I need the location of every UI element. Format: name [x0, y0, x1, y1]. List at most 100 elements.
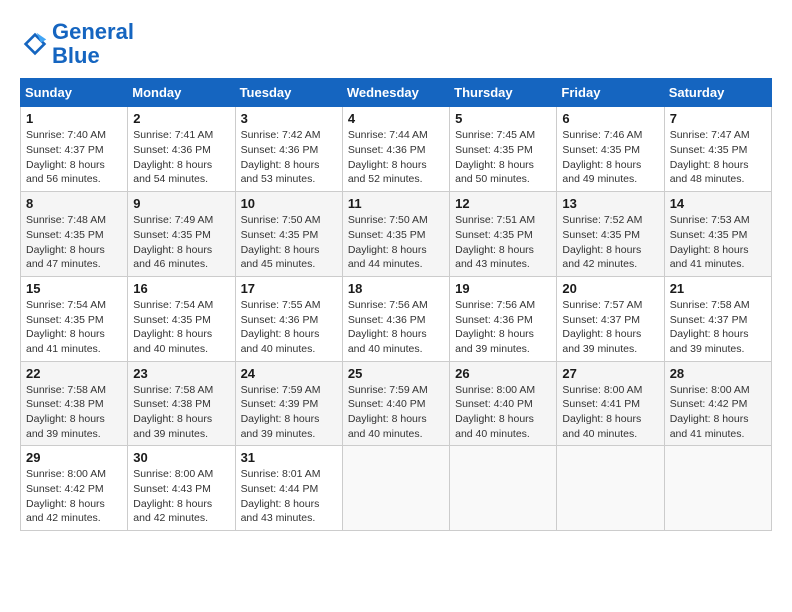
weekday-header-row: Sunday Monday Tuesday Wednesday Thursday… — [21, 79, 772, 107]
day-number: 4 — [348, 111, 444, 126]
sunset-label: Sunset: 4:37 PM — [670, 314, 748, 326]
sunset-label: Sunset: 4:35 PM — [455, 229, 533, 241]
week-row-5: 29 Sunrise: 8:00 AM Sunset: 4:42 PM Dayl… — [21, 446, 772, 531]
sunrise-label: Sunrise: 7:42 AM — [241, 129, 321, 141]
day-info: Sunrise: 7:54 AM Sunset: 4:35 PM Dayligh… — [133, 298, 229, 357]
daylight-label: Daylight: 8 hours and 50 minutes. — [455, 159, 534, 186]
daylight-label: Daylight: 8 hours and 42 minutes. — [26, 498, 105, 525]
sunrise-label: Sunrise: 7:49 AM — [133, 214, 213, 226]
day-info: Sunrise: 7:40 AM Sunset: 4:37 PM Dayligh… — [26, 128, 122, 187]
week-row-1: 1 Sunrise: 7:40 AM Sunset: 4:37 PM Dayli… — [21, 107, 772, 192]
daylight-label: Daylight: 8 hours and 39 minutes. — [133, 413, 212, 440]
calendar-cell: 9 Sunrise: 7:49 AM Sunset: 4:35 PM Dayli… — [128, 192, 235, 277]
sunrise-label: Sunrise: 7:47 AM — [670, 129, 750, 141]
sunrise-label: Sunrise: 8:00 AM — [26, 468, 106, 480]
sunrise-label: Sunrise: 7:52 AM — [562, 214, 642, 226]
sunrise-label: Sunrise: 8:00 AM — [562, 384, 642, 396]
daylight-label: Daylight: 8 hours and 48 minutes. — [670, 159, 749, 186]
logo-text-blue: Blue — [52, 43, 100, 68]
daylight-label: Daylight: 8 hours and 45 minutes. — [241, 244, 320, 271]
sunrise-label: Sunrise: 7:58 AM — [133, 384, 213, 396]
sunrise-label: Sunrise: 7:59 AM — [241, 384, 321, 396]
logo-text-general: General — [52, 19, 134, 44]
sunrise-label: Sunrise: 7:40 AM — [26, 129, 106, 141]
day-info: Sunrise: 7:41 AM Sunset: 4:36 PM Dayligh… — [133, 128, 229, 187]
day-info: Sunrise: 8:00 AM Sunset: 4:41 PM Dayligh… — [562, 383, 658, 442]
sunset-label: Sunset: 4:36 PM — [348, 314, 426, 326]
calendar-cell: 29 Sunrise: 8:00 AM Sunset: 4:42 PM Dayl… — [21, 446, 128, 531]
day-info: Sunrise: 7:56 AM Sunset: 4:36 PM Dayligh… — [348, 298, 444, 357]
calendar-cell: 7 Sunrise: 7:47 AM Sunset: 4:35 PM Dayli… — [664, 107, 771, 192]
day-number: 2 — [133, 111, 229, 126]
sunset-label: Sunset: 4:35 PM — [241, 229, 319, 241]
day-info: Sunrise: 7:50 AM Sunset: 4:35 PM Dayligh… — [348, 213, 444, 272]
day-info: Sunrise: 8:00 AM Sunset: 4:42 PM Dayligh… — [670, 383, 766, 442]
sunset-label: Sunset: 4:38 PM — [26, 398, 104, 410]
daylight-label: Daylight: 8 hours and 40 minutes. — [348, 413, 427, 440]
sunrise-label: Sunrise: 7:53 AM — [670, 214, 750, 226]
daylight-label: Daylight: 8 hours and 54 minutes. — [133, 159, 212, 186]
sunset-label: Sunset: 4:35 PM — [562, 144, 640, 156]
sunrise-label: Sunrise: 8:00 AM — [133, 468, 213, 480]
sunrise-label: Sunrise: 7:45 AM — [455, 129, 535, 141]
sunset-label: Sunset: 4:35 PM — [348, 229, 426, 241]
week-row-4: 22 Sunrise: 7:58 AM Sunset: 4:38 PM Dayl… — [21, 361, 772, 446]
sunrise-label: Sunrise: 7:48 AM — [26, 214, 106, 226]
sunset-label: Sunset: 4:39 PM — [241, 398, 319, 410]
daylight-label: Daylight: 8 hours and 47 minutes. — [26, 244, 105, 271]
sunset-label: Sunset: 4:35 PM — [455, 144, 533, 156]
day-info: Sunrise: 8:00 AM Sunset: 4:42 PM Dayligh… — [26, 467, 122, 526]
day-number: 23 — [133, 366, 229, 381]
daylight-label: Daylight: 8 hours and 49 minutes. — [562, 159, 641, 186]
sunset-label: Sunset: 4:35 PM — [670, 144, 748, 156]
sunset-label: Sunset: 4:38 PM — [133, 398, 211, 410]
calendar-cell: 22 Sunrise: 7:58 AM Sunset: 4:38 PM Dayl… — [21, 361, 128, 446]
sunrise-label: Sunrise: 8:00 AM — [670, 384, 750, 396]
sunset-label: Sunset: 4:42 PM — [26, 483, 104, 495]
sunset-label: Sunset: 4:42 PM — [670, 398, 748, 410]
daylight-label: Daylight: 8 hours and 39 minutes. — [562, 328, 641, 355]
calendar-cell: 16 Sunrise: 7:54 AM Sunset: 4:35 PM Dayl… — [128, 276, 235, 361]
calendar-cell: 30 Sunrise: 8:00 AM Sunset: 4:43 PM Dayl… — [128, 446, 235, 531]
sunrise-label: Sunrise: 7:58 AM — [670, 299, 750, 311]
daylight-label: Daylight: 8 hours and 43 minutes. — [455, 244, 534, 271]
daylight-label: Daylight: 8 hours and 43 minutes. — [241, 498, 320, 525]
sunrise-label: Sunrise: 7:59 AM — [348, 384, 428, 396]
calendar: Sunday Monday Tuesday Wednesday Thursday… — [20, 78, 772, 531]
daylight-label: Daylight: 8 hours and 40 minutes. — [133, 328, 212, 355]
sunrise-label: Sunrise: 7:44 AM — [348, 129, 428, 141]
sunset-label: Sunset: 4:35 PM — [26, 314, 104, 326]
calendar-cell: 14 Sunrise: 7:53 AM Sunset: 4:35 PM Dayl… — [664, 192, 771, 277]
day-number: 1 — [26, 111, 122, 126]
sunrise-label: Sunrise: 7:55 AM — [241, 299, 321, 311]
day-number: 3 — [241, 111, 337, 126]
daylight-label: Daylight: 8 hours and 44 minutes. — [348, 244, 427, 271]
sunrise-label: Sunrise: 7:57 AM — [562, 299, 642, 311]
day-number: 19 — [455, 281, 551, 296]
daylight-label: Daylight: 8 hours and 39 minutes. — [241, 413, 320, 440]
daylight-label: Daylight: 8 hours and 39 minutes. — [670, 328, 749, 355]
calendar-cell: 15 Sunrise: 7:54 AM Sunset: 4:35 PM Dayl… — [21, 276, 128, 361]
calendar-cell: 20 Sunrise: 7:57 AM Sunset: 4:37 PM Dayl… — [557, 276, 664, 361]
calendar-cell: 10 Sunrise: 7:50 AM Sunset: 4:35 PM Dayl… — [235, 192, 342, 277]
daylight-label: Daylight: 8 hours and 42 minutes. — [133, 498, 212, 525]
day-info: Sunrise: 8:00 AM Sunset: 4:40 PM Dayligh… — [455, 383, 551, 442]
calendar-cell: 11 Sunrise: 7:50 AM Sunset: 4:35 PM Dayl… — [342, 192, 449, 277]
daylight-label: Daylight: 8 hours and 42 minutes. — [562, 244, 641, 271]
day-number: 25 — [348, 366, 444, 381]
daylight-label: Daylight: 8 hours and 40 minutes. — [562, 413, 641, 440]
sunset-label: Sunset: 4:36 PM — [133, 144, 211, 156]
day-info: Sunrise: 7:53 AM Sunset: 4:35 PM Dayligh… — [670, 213, 766, 272]
calendar-cell: 8 Sunrise: 7:48 AM Sunset: 4:35 PM Dayli… — [21, 192, 128, 277]
calendar-cell: 1 Sunrise: 7:40 AM Sunset: 4:37 PM Dayli… — [21, 107, 128, 192]
day-number: 13 — [562, 196, 658, 211]
day-number: 22 — [26, 366, 122, 381]
calendar-cell: 18 Sunrise: 7:56 AM Sunset: 4:36 PM Dayl… — [342, 276, 449, 361]
daylight-label: Daylight: 8 hours and 46 minutes. — [133, 244, 212, 271]
sunrise-label: Sunrise: 8:01 AM — [241, 468, 321, 480]
day-info: Sunrise: 7:59 AM Sunset: 4:39 PM Dayligh… — [241, 383, 337, 442]
day-info: Sunrise: 7:42 AM Sunset: 4:36 PM Dayligh… — [241, 128, 337, 187]
sunset-label: Sunset: 4:37 PM — [562, 314, 640, 326]
calendar-cell: 31 Sunrise: 8:01 AM Sunset: 4:44 PM Dayl… — [235, 446, 342, 531]
sunrise-label: Sunrise: 7:41 AM — [133, 129, 213, 141]
